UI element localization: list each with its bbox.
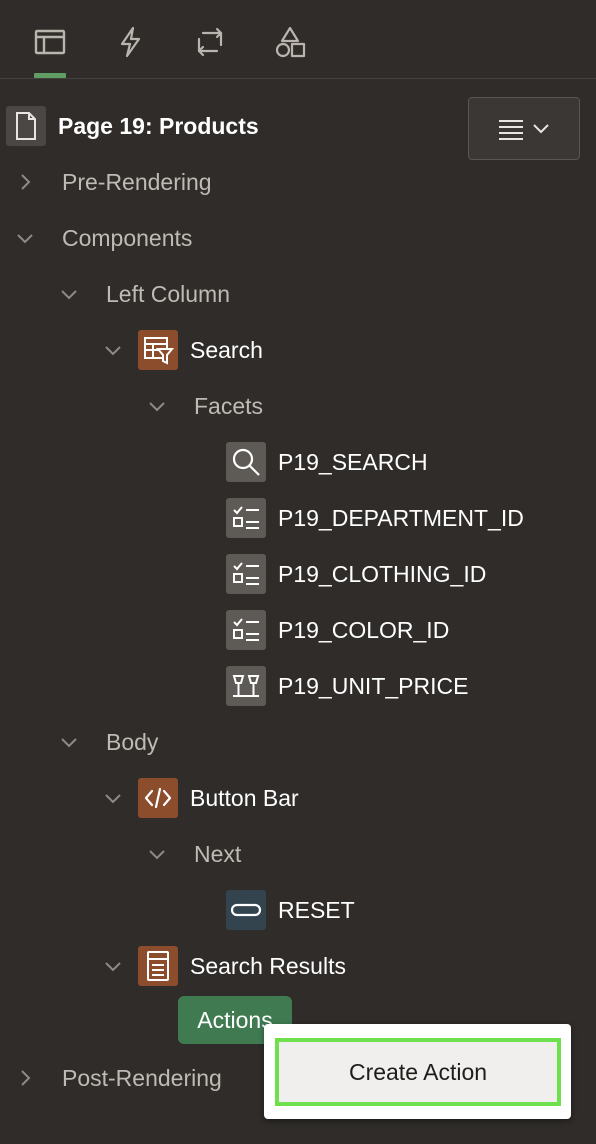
tree-node-components[interactable]: Components xyxy=(62,216,192,260)
chevron-down-icon[interactable] xyxy=(102,787,124,809)
chevron-down-icon[interactable] xyxy=(146,843,168,865)
tree-node-label: Search xyxy=(190,336,263,363)
chevron-down-icon[interactable] xyxy=(146,395,168,417)
tree-node-label: Search Results xyxy=(190,952,346,979)
menu-lines-icon xyxy=(499,119,523,140)
tree-node-facet-item[interactable]: P19_DEPARTMENT_ID xyxy=(226,496,524,540)
shapes-icon xyxy=(275,26,306,58)
chevron-down-icon[interactable] xyxy=(58,283,80,305)
tree-node-label: P19_COLOR_ID xyxy=(278,616,450,643)
tree-node-label: P19_CLOTHING_ID xyxy=(278,560,487,587)
chevron-right-icon[interactable] xyxy=(14,1067,36,1089)
page-icon xyxy=(6,106,46,146)
button-icon xyxy=(226,890,266,930)
checklist-icon xyxy=(226,554,266,594)
tree-node-button-bar[interactable]: Button Bar xyxy=(138,776,299,820)
tree-node-left-column[interactable]: Left Column xyxy=(106,272,230,316)
tab-shared-components[interactable] xyxy=(266,18,314,66)
chevron-down-icon xyxy=(533,123,549,133)
tree-menu-button[interactable] xyxy=(468,97,580,160)
checklist-icon xyxy=(226,610,266,650)
report-icon xyxy=(138,946,178,986)
chevron-down-icon[interactable] xyxy=(58,731,80,753)
tree-node-label: P19_UNIT_PRICE xyxy=(278,672,469,699)
page-node[interactable]: Page 19: Products xyxy=(6,104,259,148)
tree-node-label: Pre-Rendering xyxy=(62,168,212,195)
code-icon xyxy=(138,778,178,818)
tree-node-post-rendering[interactable]: Post-Rendering xyxy=(62,1056,222,1100)
tree-node-facets[interactable]: Facets xyxy=(194,384,263,428)
tree-node-search[interactable]: Search xyxy=(138,328,263,372)
layout-icon xyxy=(34,29,66,55)
tree-node-search-results[interactable]: Search Results xyxy=(138,944,346,988)
page-title: Page 19: Products xyxy=(58,112,259,139)
tree-node-label: Post-Rendering xyxy=(62,1064,222,1091)
tree-node-facet-item[interactable]: P19_CLOTHING_ID xyxy=(226,552,486,596)
range-icon xyxy=(226,666,266,706)
chevron-down-icon[interactable] xyxy=(102,955,124,977)
sync-icon xyxy=(197,27,223,57)
tab-rendering[interactable] xyxy=(26,18,74,66)
chevron-right-icon[interactable] xyxy=(14,171,36,193)
tree-view-tabs xyxy=(0,0,596,79)
tree-node-label: Components xyxy=(62,224,193,251)
tree-node-reset[interactable]: RESET xyxy=(226,888,355,932)
tree-node-label: Left Column xyxy=(106,280,231,307)
lightning-icon xyxy=(120,26,141,58)
tree-node-label: Body xyxy=(106,728,159,755)
tree-node-next[interactable]: Next xyxy=(194,832,241,876)
tab-dynamic-actions[interactable] xyxy=(106,18,154,66)
tree-node-facet-item[interactable]: P19_UNIT_PRICE xyxy=(226,664,468,708)
search-icon xyxy=(226,442,266,482)
faceted-search-icon xyxy=(138,330,178,370)
chevron-down-icon[interactable] xyxy=(14,227,36,249)
tree-node-pre-rendering[interactable]: Pre-Rendering xyxy=(62,160,212,204)
tree-node-label: RESET xyxy=(278,896,355,923)
tree-node-facet-item[interactable]: P19_COLOR_ID xyxy=(226,608,449,652)
create-action-menu-item[interactable]: Create Action xyxy=(275,1038,561,1106)
chevron-down-icon[interactable] xyxy=(102,339,124,361)
tab-processing[interactable] xyxy=(186,18,234,66)
tree-node-facet-item[interactable]: P19_SEARCH xyxy=(226,440,428,484)
tree-node-label: Next xyxy=(194,840,242,867)
checklist-icon xyxy=(226,498,266,538)
tree-node-label: Facets xyxy=(194,392,264,419)
tree-node-body[interactable]: Body xyxy=(106,720,158,764)
context-menu: Create Action xyxy=(264,1024,571,1119)
tree-node-label: P19_SEARCH xyxy=(278,448,428,475)
active-tab-indicator xyxy=(34,73,66,78)
tree-node-label: P19_DEPARTMENT_ID xyxy=(278,504,524,531)
tree-node-label: Button Bar xyxy=(190,784,299,811)
